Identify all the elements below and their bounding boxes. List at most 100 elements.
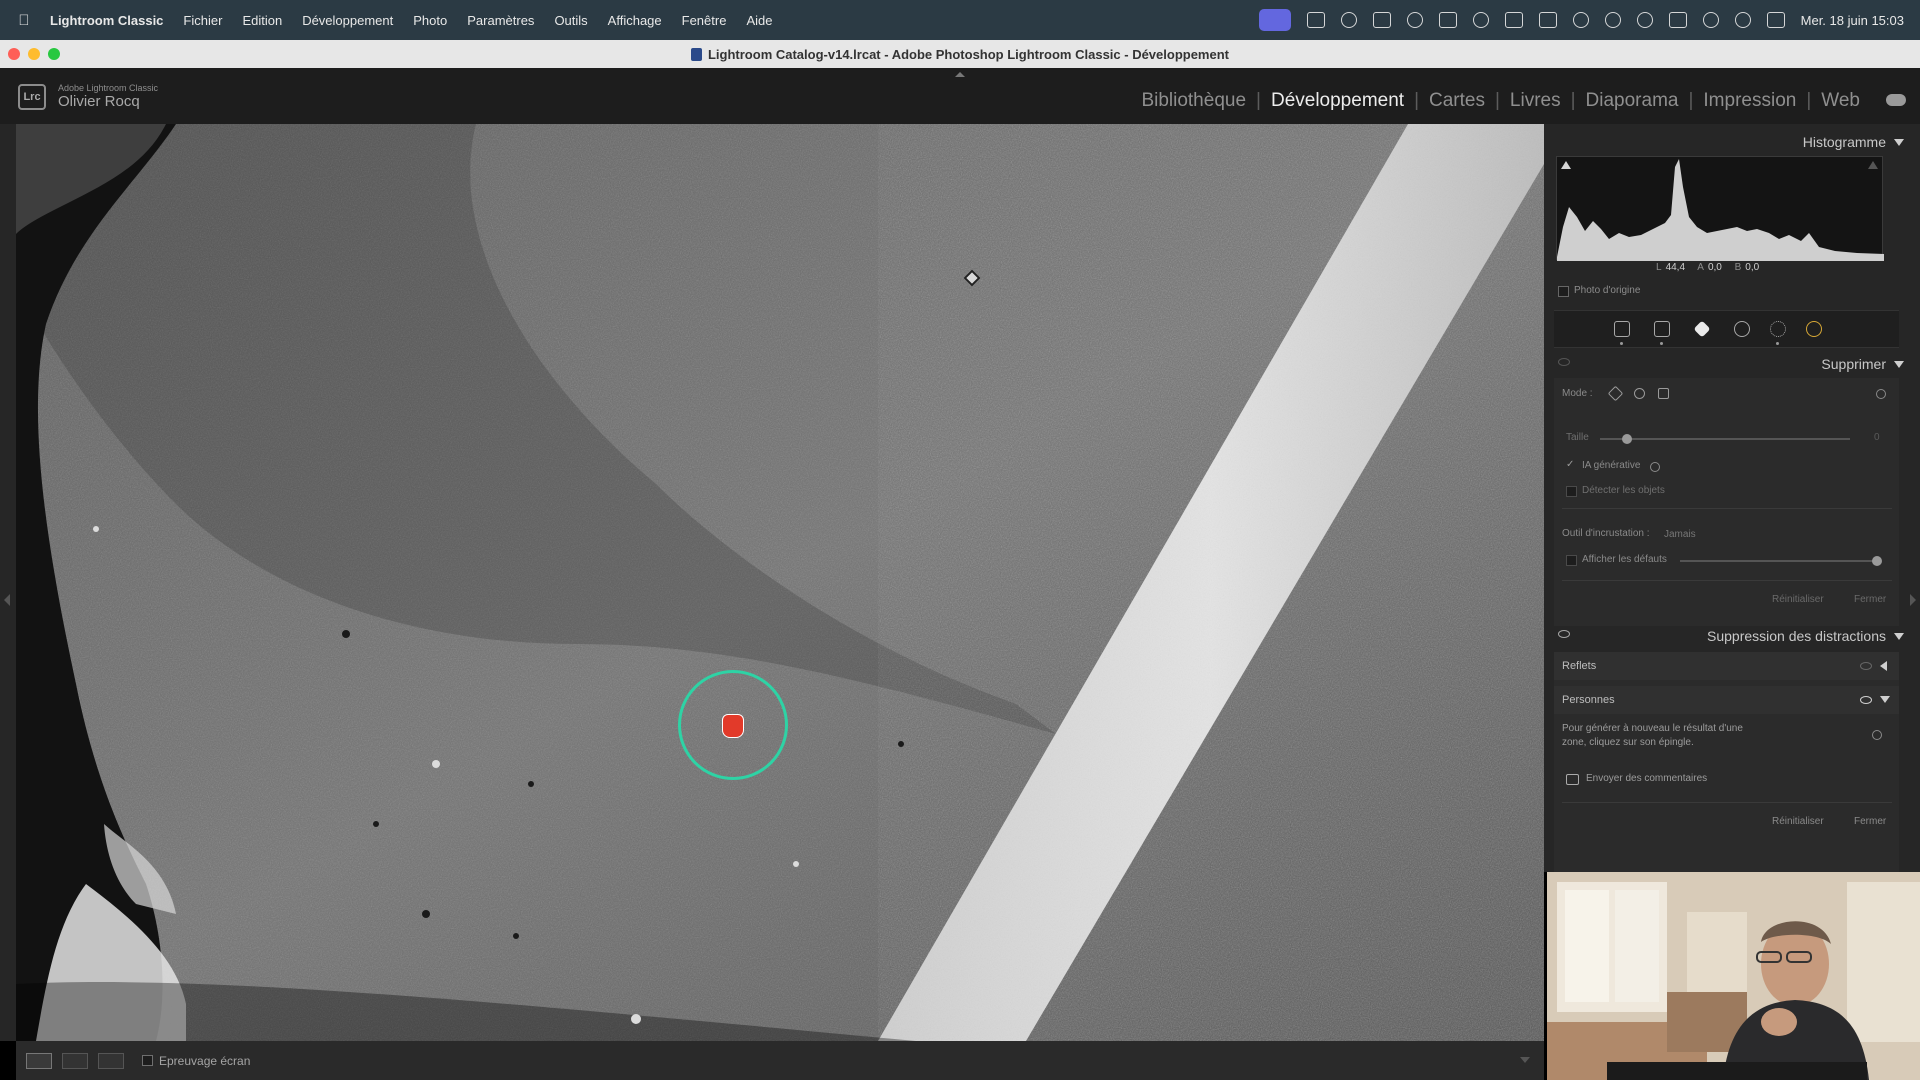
people-row[interactable]: Personnes xyxy=(1554,686,1899,714)
cloud-sync-icon[interactable] xyxy=(1886,94,1906,106)
collapse-people-icon[interactable] xyxy=(1880,696,1890,703)
shadow-clipping-icon[interactable] xyxy=(1561,161,1571,169)
play-icon[interactable] xyxy=(1604,12,1621,28)
time-machine-icon[interactable] xyxy=(1636,12,1653,28)
mode-clone-icon[interactable] xyxy=(1658,388,1669,399)
highlight-clipping-icon[interactable] xyxy=(1868,161,1878,169)
menu-fenetre[interactable]: Fenêtre xyxy=(682,13,727,28)
menu-edition[interactable]: Edition xyxy=(242,13,282,28)
generative-ai-checkmark-icon[interactable]: ✓ xyxy=(1566,459,1574,470)
people-info-icon[interactable] xyxy=(1872,730,1882,740)
battery-icon[interactable] xyxy=(1668,12,1687,28)
remove-close-button[interactable]: Fermer xyxy=(1854,594,1886,605)
remove-panel-header[interactable]: Supprimer xyxy=(1554,352,1904,376)
distraction-close-button[interactable]: Fermer xyxy=(1854,816,1886,827)
menu-app-name[interactable]: Lightroom Classic xyxy=(50,13,163,28)
collapse-top-panel-icon[interactable] xyxy=(955,72,965,77)
menu-photo[interactable]: Photo xyxy=(413,13,447,28)
mode-remove-icon[interactable] xyxy=(1607,385,1624,402)
product-name: Adobe Lightroom Classic xyxy=(58,83,159,93)
remove-eraser-icon[interactable] xyxy=(1693,320,1711,338)
module-slideshow[interactable]: Diaporama xyxy=(1576,90,1689,112)
histogram-title: Histogramme xyxy=(1802,134,1886,150)
b-value: 0,0 xyxy=(1745,262,1760,273)
collapse-distraction-panel-icon[interactable] xyxy=(1894,632,1904,640)
original-photo-checkbox[interactable] xyxy=(1558,286,1569,297)
menu-developpement[interactable]: Développement xyxy=(302,13,393,28)
photoshop-icon[interactable] xyxy=(1438,12,1457,28)
expand-left-panel-icon[interactable] xyxy=(4,594,10,606)
defects-slider-track[interactable] xyxy=(1680,560,1880,562)
asphalt-photo[interactable] xyxy=(16,124,1544,1041)
distraction-reset-button[interactable]: Réinitialiser xyxy=(1772,816,1824,827)
creative-cloud-icon[interactable] xyxy=(1472,12,1489,28)
masking-icon[interactable] xyxy=(1770,321,1786,345)
distraction-panel-header[interactable]: Suppression des distractions xyxy=(1554,624,1904,648)
menu-parametres[interactable]: Paramètres xyxy=(467,13,534,28)
show-defects-checkbox[interactable] xyxy=(1566,555,1577,566)
menu-outils[interactable]: Outils xyxy=(554,13,587,28)
module-print[interactable]: Impression xyxy=(1693,90,1806,112)
zoom-window-button[interactable] xyxy=(48,48,60,60)
generative-ai-info-icon[interactable] xyxy=(1650,462,1660,472)
collapse-right-panel-icon[interactable] xyxy=(1910,594,1916,606)
reflections-row[interactable]: Reflets xyxy=(1554,652,1899,680)
clipboard-icon[interactable] xyxy=(1538,12,1557,28)
remove-panel-eye-icon[interactable] xyxy=(1558,358,1570,366)
module-library[interactable]: Bibliothèque xyxy=(1131,90,1256,112)
before-after-split-icon[interactable] xyxy=(98,1052,124,1069)
user-account-icon[interactable] xyxy=(1572,12,1589,28)
menu-affichage[interactable]: Affichage xyxy=(608,13,662,28)
menu-fichier[interactable]: Fichier xyxy=(183,13,222,28)
collapse-histogram-icon[interactable] xyxy=(1894,138,1904,146)
send-feedback-link[interactable]: Envoyer des commentaires xyxy=(1586,772,1707,786)
histogram-lab-readout: L 44,4 A 0,0 B 0,0 xyxy=(1656,262,1769,273)
control-center-icon[interactable] xyxy=(1766,12,1785,28)
collapse-remove-panel-icon[interactable] xyxy=(1894,360,1904,368)
mode-heal-icon[interactable] xyxy=(1634,388,1645,399)
detect-objects-checkbox[interactable] xyxy=(1566,486,1577,497)
photo-canvas[interactable] xyxy=(16,124,1544,1041)
close-window-button[interactable] xyxy=(8,48,20,60)
keyboard-icon[interactable] xyxy=(1306,12,1325,28)
defects-slider-knob[interactable] xyxy=(1872,556,1882,566)
expand-reflections-icon[interactable] xyxy=(1880,661,1887,671)
distraction-panel-eye-icon[interactable] xyxy=(1558,630,1570,638)
screen-share-icon[interactable] xyxy=(1258,9,1291,31)
left-panel-collapsed[interactable] xyxy=(0,124,16,1041)
soft-proof-checkbox[interactable] xyxy=(142,1055,153,1066)
module-develop[interactable]: Développement xyxy=(1261,90,1414,112)
before-after-view-icon[interactable] xyxy=(62,1052,88,1069)
size-slider-track[interactable] xyxy=(1600,438,1850,440)
regenerate-help-line1: Pour générer à nouveau le résultat d'une xyxy=(1562,723,1743,734)
mode-info-icon[interactable] xyxy=(1876,389,1886,399)
loupe-view-icon[interactable] xyxy=(26,1052,52,1069)
camera-icon[interactable] xyxy=(1372,12,1391,28)
grid-app-icon[interactable] xyxy=(1504,12,1523,28)
minimize-window-button[interactable] xyxy=(28,48,40,60)
module-books[interactable]: Livres xyxy=(1500,90,1571,112)
menu-aide[interactable]: Aide xyxy=(746,13,772,28)
remove-reset-button[interactable]: Réinitialiser xyxy=(1772,594,1824,605)
distraction-panel-divider xyxy=(1562,802,1892,803)
edit-sliders-icon[interactable] xyxy=(1614,321,1630,345)
people-eye-icon[interactable] xyxy=(1860,696,1872,704)
toolbar-options-icon[interactable] xyxy=(1520,1057,1530,1063)
module-maps[interactable]: Cartes xyxy=(1419,90,1495,112)
red-eye-icon[interactable] xyxy=(1734,321,1750,337)
wifi-icon[interactable] xyxy=(1702,12,1719,28)
size-slider-knob[interactable] xyxy=(1622,434,1632,444)
regenerate-help-line2: zone, cliquez sur son épingle. xyxy=(1562,737,1694,748)
histogram-header[interactable]: Histogramme xyxy=(1554,130,1904,154)
crop-icon[interactable] xyxy=(1654,321,1670,345)
reflections-eye-icon[interactable] xyxy=(1860,662,1872,670)
module-web[interactable]: Web xyxy=(1811,90,1870,112)
overlay-tool-select[interactable]: Jamais xyxy=(1664,529,1696,540)
at-sign-icon[interactable] xyxy=(1406,12,1423,28)
cursor-app-icon[interactable] xyxy=(1340,12,1357,28)
apple-menu-icon[interactable]:  xyxy=(16,12,32,29)
spotlight-search-icon[interactable] xyxy=(1734,12,1751,28)
feedback-icon[interactable] xyxy=(1566,774,1579,785)
menubar-clock[interactable]: Mer. 18 juin 15:03 xyxy=(1801,13,1904,28)
presets-sync-icon[interactable] xyxy=(1806,321,1822,337)
